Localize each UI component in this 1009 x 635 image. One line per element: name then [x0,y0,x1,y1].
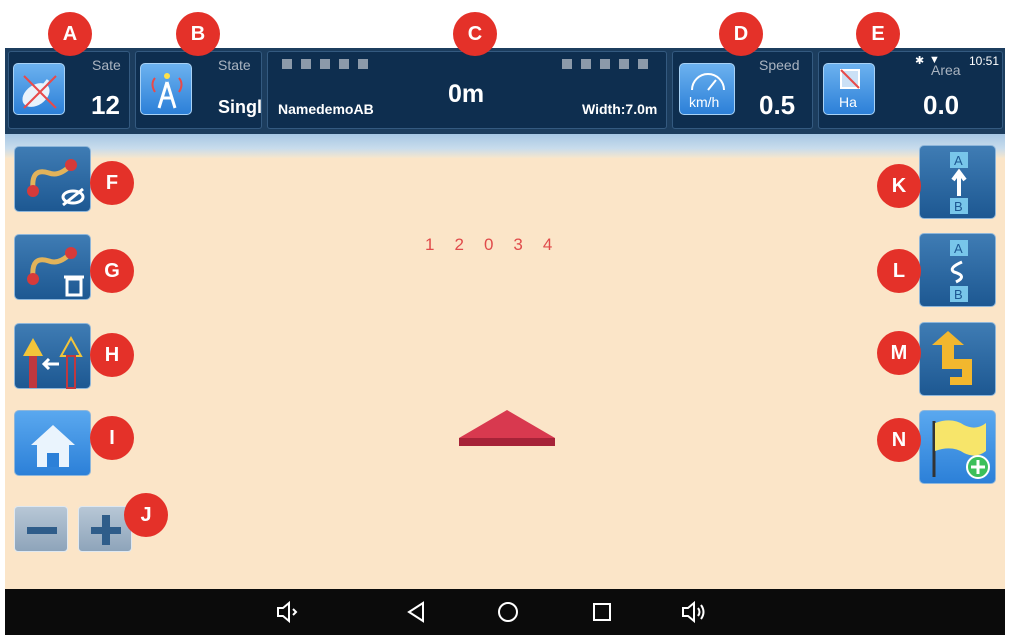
field-number: 2 [454,235,464,254]
callout-badge: B [176,12,220,56]
bluetooth-icon: ✱ [915,55,925,67]
speed-label: Speed [759,57,800,73]
ab-curve-line-button[interactable]: A B [919,233,996,307]
callout-badge: F [90,161,134,205]
state-value: Singl [218,97,262,117]
satellites-panel[interactable]: Sate 12 [8,51,130,129]
android-nav-bar [5,589,1005,635]
line-name: NamedemoAB [278,101,374,117]
sky-gradient [5,134,1005,158]
clock-time: 10:51 [969,54,1000,68]
field-number: 4 [542,235,553,254]
area-icon[interactable]: Ha [823,63,875,115]
callout-badge: K [877,164,921,208]
width-value: Width:7.0m [582,101,658,117]
state-label: State [218,57,251,73]
vehicle-marker-icon [459,410,555,446]
radio-tower-icon[interactable] [140,63,192,115]
zoom-out-button[interactable] [14,506,68,552]
add-flag-icon [932,420,990,479]
wifi-icon: ▼ [929,54,940,66]
home-icon [31,425,75,467]
state-panel[interactable]: State Singl [135,51,262,129]
right-signal-indicator [562,59,648,69]
speed-unit: km/h [689,94,720,110]
ab-straight-line-icon: A B [950,152,968,214]
area-value: 0.0 [923,90,960,120]
field-number-row: 1 2 0 3 4 [425,235,552,255]
ab-curve-line-icon: A B [950,240,968,302]
callout-badge: A [48,12,92,56]
minus-icon [27,527,57,534]
speed-value: 0.5 [759,90,796,120]
svg-text:B: B [954,199,963,214]
shift-line-button[interactable] [14,323,91,389]
satellites-label: Sate [92,57,121,73]
area-unit: Ha [839,94,857,110]
delete-track-icon [27,247,84,297]
callout-badge: N [877,418,921,462]
offset-value: 0m [448,80,485,108]
volume-down-icon[interactable] [275,599,301,625]
top-status-bar: Sate 12 State Singl 0m NamedemoAB Width:… [5,48,1005,134]
hide-track-icon [27,159,85,207]
guidance-panel: 0m NamedemoAB Width:7.0m [267,51,667,129]
field-number: 3 [513,235,523,254]
callout-badge: H [90,333,134,377]
callout-badge: L [877,249,921,293]
delete-track-button[interactable] [14,234,91,300]
add-flag-button[interactable] [919,410,996,484]
callout-badge: M [877,331,921,375]
callout-badge: J [124,493,168,537]
recents-icon[interactable] [589,599,615,625]
field-number: 1 [425,235,435,254]
app-screen: Sate 12 State Singl 0m NamedemoAB Width:… [5,48,1005,635]
home-circle-icon[interactable] [495,599,521,625]
svg-text:B: B [954,287,963,302]
headland-turn-button[interactable] [919,322,996,396]
volume-up-icon[interactable] [681,599,707,625]
satellite-dish-icon[interactable] [13,63,65,115]
callout-badge: G [90,249,134,293]
satellites-value: 12 [91,90,120,120]
left-signal-indicator [282,59,368,69]
svg-text:A: A [954,153,963,168]
speedometer-icon[interactable]: km/h [679,63,735,115]
callout-badge: E [856,12,900,56]
hide-track-button[interactable] [14,146,91,212]
shift-line-icon [23,335,83,389]
callout-badge: I [90,416,134,460]
headland-turn-icon [932,331,972,385]
area-panel[interactable]: Ha Area 0.0 ✱ ▼ 10:51 [818,51,1003,129]
callout-badge: D [719,12,763,56]
callout-badge: C [453,12,497,56]
ab-straight-line-button[interactable]: A B [919,145,996,219]
field-number: 0 [483,235,494,254]
svg-text:A: A [954,241,963,256]
speed-panel[interactable]: km/h Speed 0.5 [672,51,813,129]
home-button[interactable] [14,410,91,476]
back-icon[interactable] [403,599,429,625]
